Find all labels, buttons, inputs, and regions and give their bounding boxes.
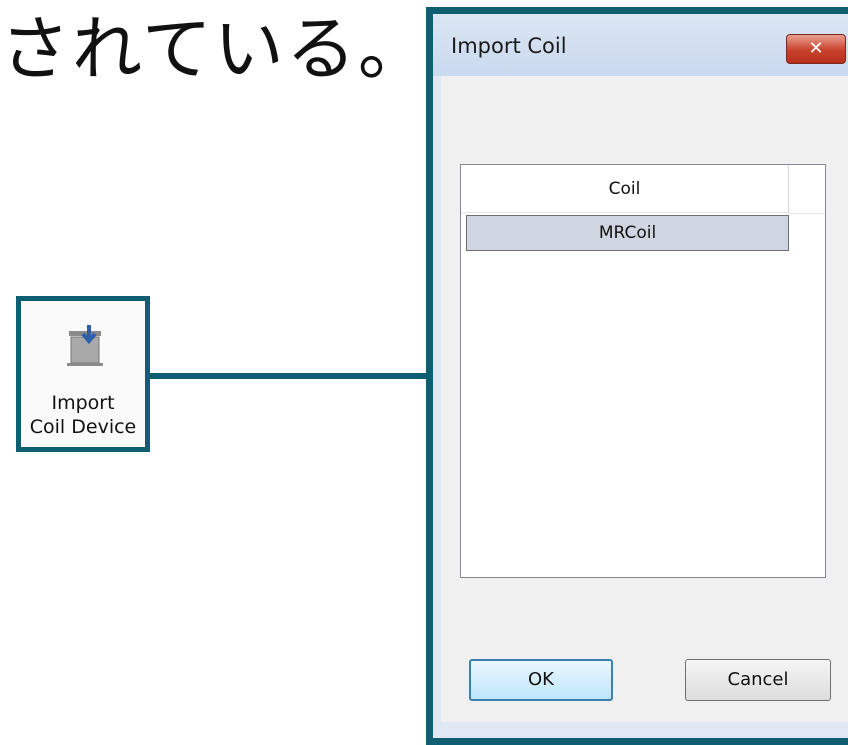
dialog-client-area: Coil MRCoil OK Cancel — [441, 76, 848, 722]
ribbon-label-line2: Coil Device — [29, 416, 137, 438]
dialog-titlebar[interactable]: Import Coil ✕ — [433, 14, 848, 76]
callout-connector — [150, 373, 432, 379]
import-coil-dialog: Import Coil ✕ Coil MRCoil OK Cancel — [426, 7, 848, 745]
headline-text: されている。 — [0, 8, 430, 90]
import-coil-device-button[interactable]: Import Coil Device — [16, 296, 150, 452]
close-button[interactable]: ✕ — [786, 34, 846, 64]
column-header-coil[interactable]: Coil — [461, 165, 789, 213]
ok-button[interactable]: OK — [469, 659, 613, 701]
cancel-button[interactable]: Cancel — [685, 659, 831, 701]
column-header-filler — [789, 165, 825, 214]
import-coil-device-icon — [67, 325, 103, 366]
dialog-title: Import Coil — [451, 34, 567, 58]
list-item[interactable]: MRCoil — [466, 215, 789, 251]
close-icon: ✕ — [808, 38, 824, 59]
ribbon-label-line1: Import — [51, 392, 115, 414]
coil-list[interactable]: Coil MRCoil — [460, 164, 826, 578]
